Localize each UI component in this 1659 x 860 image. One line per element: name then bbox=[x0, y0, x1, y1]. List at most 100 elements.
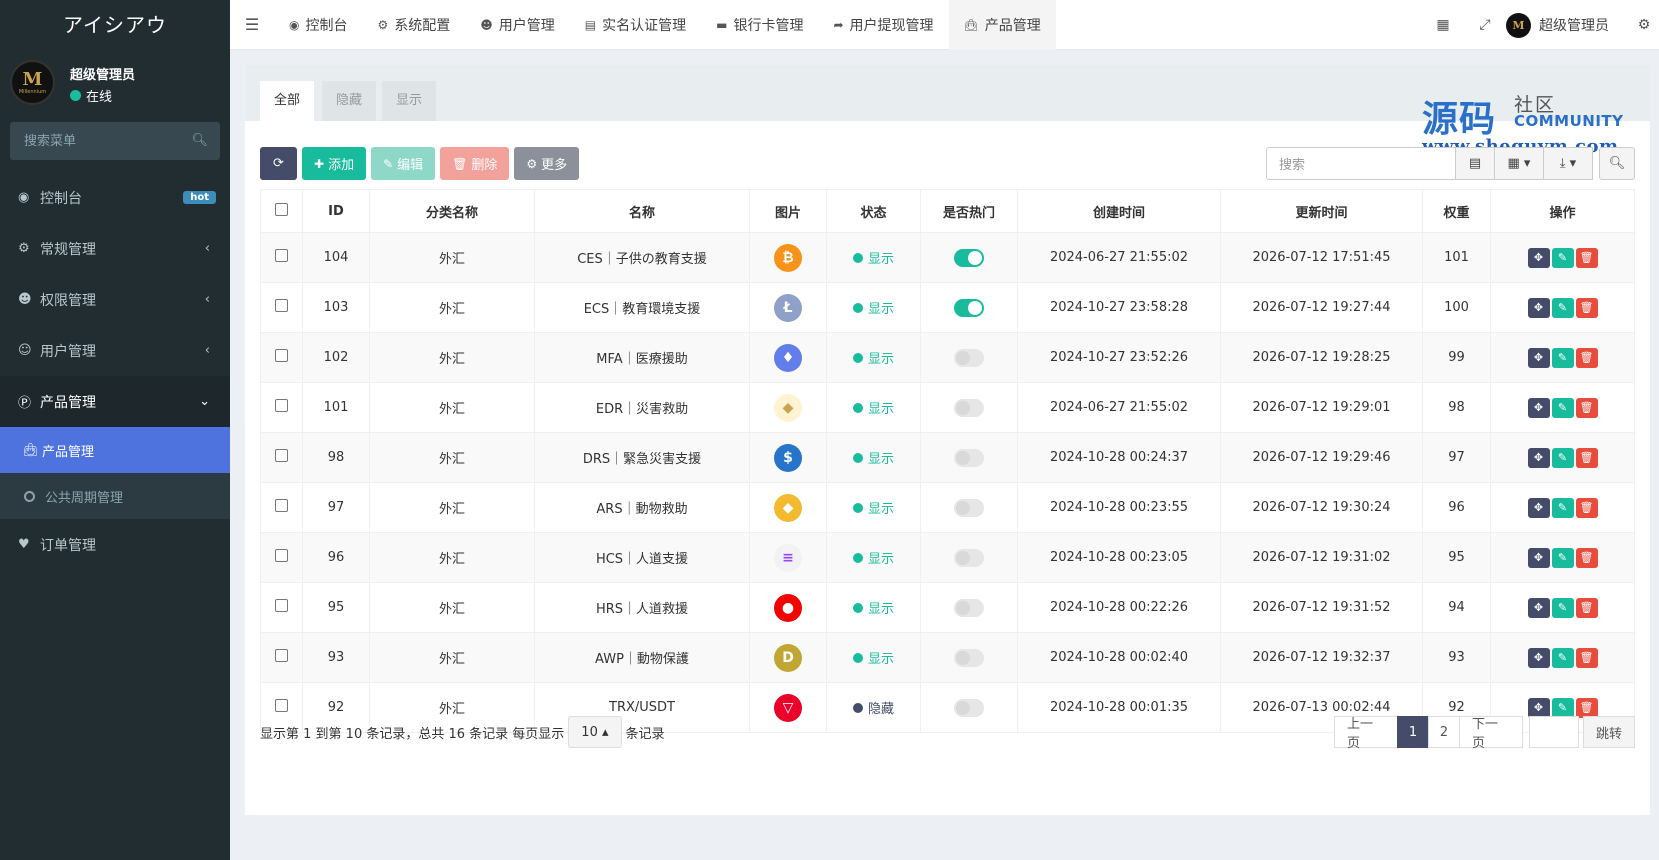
row-checkbox[interactable] bbox=[275, 399, 288, 412]
page-1-button[interactable]: 1 bbox=[1396, 716, 1429, 748]
table-row[interactable]: 97 外汇 ARS｜動物救助 ◆ 显示 2024-10-28 00:23:55 2026-0… bbox=[260, 482, 1635, 533]
row-delete-button[interactable]: 🗑︎ bbox=[1575, 447, 1598, 468]
sidebar-item-products[interactable]: Ⓟ 产品管理 ⌄ bbox=[0, 376, 230, 427]
hot-toggle[interactable] bbox=[954, 448, 984, 467]
hamburger-menu-icon[interactable]: ☰ bbox=[230, 0, 274, 50]
admin-name[interactable]: 超级管理员 bbox=[1539, 15, 1609, 35]
search-toggle-button[interactable]: 🔍︎ bbox=[1599, 147, 1635, 180]
row-checkbox[interactable] bbox=[275, 649, 288, 662]
dogecoin-icon[interactable]: D bbox=[774, 643, 802, 672]
tab-dashboard[interactable]: ◉ 控制台 bbox=[274, 0, 362, 50]
usd-coin-icon[interactable]: $ bbox=[774, 443, 802, 472]
delete-button[interactable]: 🗑︎ 删除 bbox=[440, 147, 510, 180]
ethereum-icon[interactable]: ♦ bbox=[774, 343, 802, 372]
col-id[interactable]: ID bbox=[302, 189, 370, 233]
col-name[interactable]: 名称 bbox=[534, 189, 750, 233]
row-checkbox-cell[interactable] bbox=[260, 532, 303, 583]
row-edit-button[interactable]: ✎ bbox=[1551, 247, 1574, 268]
refresh-button[interactable]: ⟳ bbox=[260, 147, 297, 180]
row-edit-button[interactable]: ✎ bbox=[1551, 547, 1574, 568]
row-checkbox[interactable] bbox=[275, 699, 288, 712]
status-label[interactable]: 显示 bbox=[852, 598, 894, 617]
status-label[interactable]: 显示 bbox=[852, 648, 894, 667]
sidebar-subitem-period-manage[interactable]: 公共周期管理 bbox=[0, 473, 230, 519]
table-row[interactable]: 98 外汇 DRS｜緊急災害支援 $ 显示 2024-10-28 00:24:37 2026… bbox=[260, 432, 1635, 483]
binance-icon[interactable]: ◆ bbox=[774, 493, 802, 522]
row-edit-button[interactable]: ✎ bbox=[1551, 397, 1574, 418]
hot-toggle[interactable] bbox=[954, 648, 984, 667]
drag-move-button[interactable]: ✥ bbox=[1527, 547, 1550, 568]
drag-move-button[interactable]: ✥ bbox=[1527, 247, 1550, 268]
next-page-button[interactable]: 下一页 bbox=[1458, 716, 1523, 751]
more-button[interactable]: ⚙ 更多 bbox=[514, 147, 580, 180]
drag-move-button[interactable]: ✥ bbox=[1527, 397, 1550, 418]
shiba-icon[interactable]: ● bbox=[774, 593, 802, 622]
sidebar-item-users[interactable]: ☺ 用户管理 ‹ bbox=[0, 325, 230, 376]
status-label[interactable]: 隐藏 bbox=[852, 698, 894, 717]
tab-bank-card[interactable]: ▬ 银行卡管理 bbox=[701, 0, 818, 50]
row-checkbox-cell[interactable] bbox=[260, 482, 303, 533]
row-checkbox[interactable] bbox=[275, 299, 288, 312]
bitcoin-icon[interactable]: ₿ bbox=[774, 243, 802, 272]
table-row[interactable]: 95 外汇 HRS｜人道救援 ● 显示 2024-10-28 00:22:26 2026-0… bbox=[260, 582, 1635, 633]
drag-move-button[interactable]: ✥ bbox=[1527, 297, 1550, 318]
row-delete-button[interactable]: 🗑︎ bbox=[1575, 397, 1598, 418]
row-delete-button[interactable]: 🗑︎ bbox=[1575, 297, 1598, 318]
jump-button[interactable]: 跳转 bbox=[1582, 716, 1635, 748]
tab-realname-auth[interactable]: ▤ 实名认证管理 bbox=[570, 0, 701, 50]
row-delete-button[interactable]: 🗑︎ bbox=[1575, 547, 1598, 568]
page-jump-input[interactable] bbox=[1528, 716, 1579, 748]
row-checkbox-cell[interactable] bbox=[260, 432, 303, 483]
status-label[interactable]: 显示 bbox=[852, 298, 894, 317]
drag-move-button[interactable]: ✥ bbox=[1527, 647, 1550, 668]
row-checkbox-cell[interactable] bbox=[260, 232, 303, 283]
drag-move-button[interactable]: ✥ bbox=[1527, 697, 1550, 718]
brand-logo[interactable]: アイシアウ bbox=[0, 0, 230, 50]
drag-move-button[interactable]: ✥ bbox=[1527, 597, 1550, 618]
litecoin-icon[interactable]: Ł bbox=[774, 293, 802, 322]
solana-icon[interactable]: ≡ bbox=[774, 543, 802, 572]
hot-toggle[interactable] bbox=[954, 698, 984, 717]
row-checkbox[interactable] bbox=[275, 449, 288, 462]
sidebar-item-general[interactable]: ⚙ 常规管理 ‹ bbox=[0, 223, 230, 274]
export-button[interactable]: ⤓ ▾ bbox=[1543, 147, 1593, 180]
sidebar-item-permissions[interactable]: ☻ 权限管理 ‹ bbox=[0, 274, 230, 325]
tab-system-config[interactable]: ⚙ 系统配置 bbox=[362, 0, 465, 50]
tab-product-manage[interactable]: 👜︎ 产品管理 bbox=[948, 0, 1056, 50]
row-checkbox[interactable] bbox=[275, 549, 288, 562]
sidebar-subitem-product-manage[interactable]: 👜︎ 产品管理 bbox=[0, 427, 230, 473]
table-search-input[interactable]: 搜索 bbox=[1266, 147, 1456, 180]
fullscreen-icon[interactable]: ⤢ bbox=[1464, 17, 1506, 33]
tab-shown[interactable]: 显示 bbox=[382, 81, 437, 121]
select-all-header[interactable] bbox=[260, 189, 303, 233]
row-checkbox[interactable] bbox=[275, 499, 288, 512]
prev-page-button[interactable]: 上一页 bbox=[1333, 716, 1398, 751]
status-label[interactable]: 显示 bbox=[852, 348, 894, 367]
drag-move-button[interactable]: ✥ bbox=[1527, 497, 1550, 518]
columns-button[interactable]: ▦ ▾ bbox=[1494, 147, 1544, 180]
tether-gold-icon[interactable]: ◆ bbox=[774, 393, 802, 422]
table-row[interactable]: 101 外汇 EDR｜災害救助 ◆ 显示 2024-06-27 21:55:02 2026-… bbox=[260, 382, 1635, 433]
hot-toggle[interactable] bbox=[954, 348, 984, 367]
select-all-checkbox[interactable] bbox=[275, 202, 288, 216]
status-label[interactable]: 显示 bbox=[852, 448, 894, 467]
status-label[interactable]: 显示 bbox=[852, 248, 894, 267]
row-checkbox[interactable] bbox=[275, 249, 288, 262]
tron-icon[interactable]: ▽ bbox=[774, 693, 802, 722]
row-checkbox-cell[interactable] bbox=[260, 332, 303, 383]
add-button[interactable]: ✚ 添加 bbox=[302, 147, 367, 180]
gears-icon[interactable]: ⚙ bbox=[1629, 17, 1659, 33]
row-edit-button[interactable]: ✎ bbox=[1551, 297, 1574, 318]
row-checkbox[interactable] bbox=[275, 599, 288, 612]
col-weight[interactable]: 权重 bbox=[1422, 189, 1491, 233]
drag-move-button[interactable]: ✥ bbox=[1527, 347, 1550, 368]
hot-toggle[interactable] bbox=[954, 298, 984, 317]
table-row[interactable]: 93 外汇 AWP｜動物保護 D 显示 2024-10-28 00:02:40 2026-0… bbox=[260, 632, 1635, 683]
tab-hidden[interactable]: 隐藏 bbox=[322, 81, 377, 121]
col-updated[interactable]: 更新时间 bbox=[1220, 189, 1423, 233]
table-row[interactable]: 102 外汇 MFA｜医療援助 ♦ 显示 2024-10-27 23:52:26 2026-… bbox=[260, 332, 1635, 383]
row-checkbox[interactable] bbox=[275, 349, 288, 362]
row-checkbox-cell[interactable] bbox=[260, 382, 303, 433]
hot-toggle[interactable] bbox=[954, 498, 984, 517]
row-delete-button[interactable]: 🗑︎ bbox=[1575, 697, 1598, 718]
